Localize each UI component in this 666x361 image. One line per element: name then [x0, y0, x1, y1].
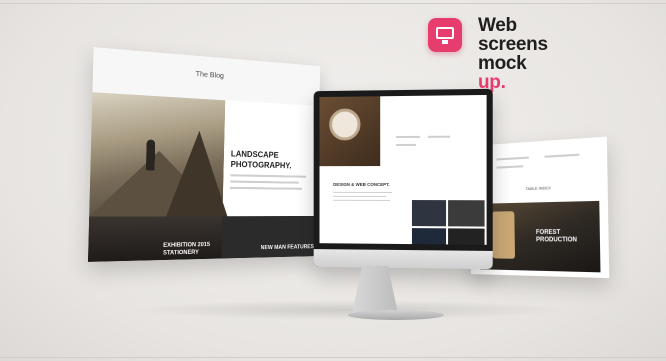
text-line: [333, 195, 387, 197]
blog-title: The Blog: [195, 70, 225, 81]
center-thumb: [448, 200, 485, 227]
left-screen-wrapper: The Blog LANDSCAPE PHOTOGRAPHY. EXHIBITI…: [87, 47, 321, 262]
text-line: [496, 165, 524, 169]
forest-tile-label: FOREST PRODUCTION: [535, 229, 578, 244]
text-line: [396, 143, 416, 147]
center-thumb: [411, 228, 447, 245]
stationery-tile-label: EXHIBITION 2015 STATIONERY: [162, 241, 211, 257]
imac-chin: [313, 249, 493, 270]
brand-line-2: screens: [478, 34, 548, 55]
features-tile: NEW MAN FEATURES: [221, 216, 317, 259]
top-divider: [0, 3, 666, 4]
center-thumb: [411, 200, 447, 227]
monitor-icon: [428, 18, 462, 52]
bottom-divider: [0, 357, 666, 358]
forest-photo: FOREST PRODUCTION: [478, 200, 601, 273]
text-line: [333, 199, 391, 201]
text-line: [427, 135, 451, 138]
mountain-peak-shape: [166, 129, 230, 217]
mockup-canvas: Web screens mock up. The Blog LANDSCAPE …: [0, 0, 666, 361]
floor-shadow: [130, 300, 570, 320]
monitor-icon-stand: [442, 40, 448, 44]
imac-screen: DESIGN & WEB CONCEPT.: [319, 94, 487, 245]
center-heading: DESIGN & WEB CONCEPT.: [333, 181, 390, 187]
landscape-photo: [89, 92, 230, 217]
table-index-title: TABLE INDEX: [525, 185, 551, 192]
text-line: [396, 135, 420, 139]
coffee-photo: [319, 96, 381, 167]
brand-line-1: Web: [478, 15, 517, 36]
text-line: [544, 153, 580, 158]
brand-line-3: mock: [478, 53, 527, 74]
brand-title: Web screens mock up.: [478, 16, 548, 92]
stationery-tile: EXHIBITION 2015 STATIONERY: [87, 216, 223, 262]
text-line: [333, 191, 393, 193]
text-line: [230, 186, 303, 190]
text-line: [496, 156, 529, 161]
center-thumb: [448, 228, 485, 245]
bottle-shape: [491, 211, 516, 259]
text-line: [230, 174, 306, 178]
imac-stand-neck: [352, 266, 398, 314]
left-screen: The Blog LANDSCAPE PHOTOGRAPHY. EXHIBITI…: [87, 47, 321, 262]
features-tile-label: NEW MAN FEATURES: [260, 244, 314, 252]
coffee-cup-shape: [329, 108, 361, 141]
imac-display: DESIGN & WEB CONCEPT.: [313, 88, 493, 270]
landscape-heading: LANDSCAPE PHOTOGRAPHY.: [230, 148, 292, 171]
text-line: [230, 180, 299, 184]
imac-stand-base: [348, 310, 444, 320]
monitor-icon-screen: [436, 27, 454, 39]
hiker-figure: [145, 139, 156, 171]
